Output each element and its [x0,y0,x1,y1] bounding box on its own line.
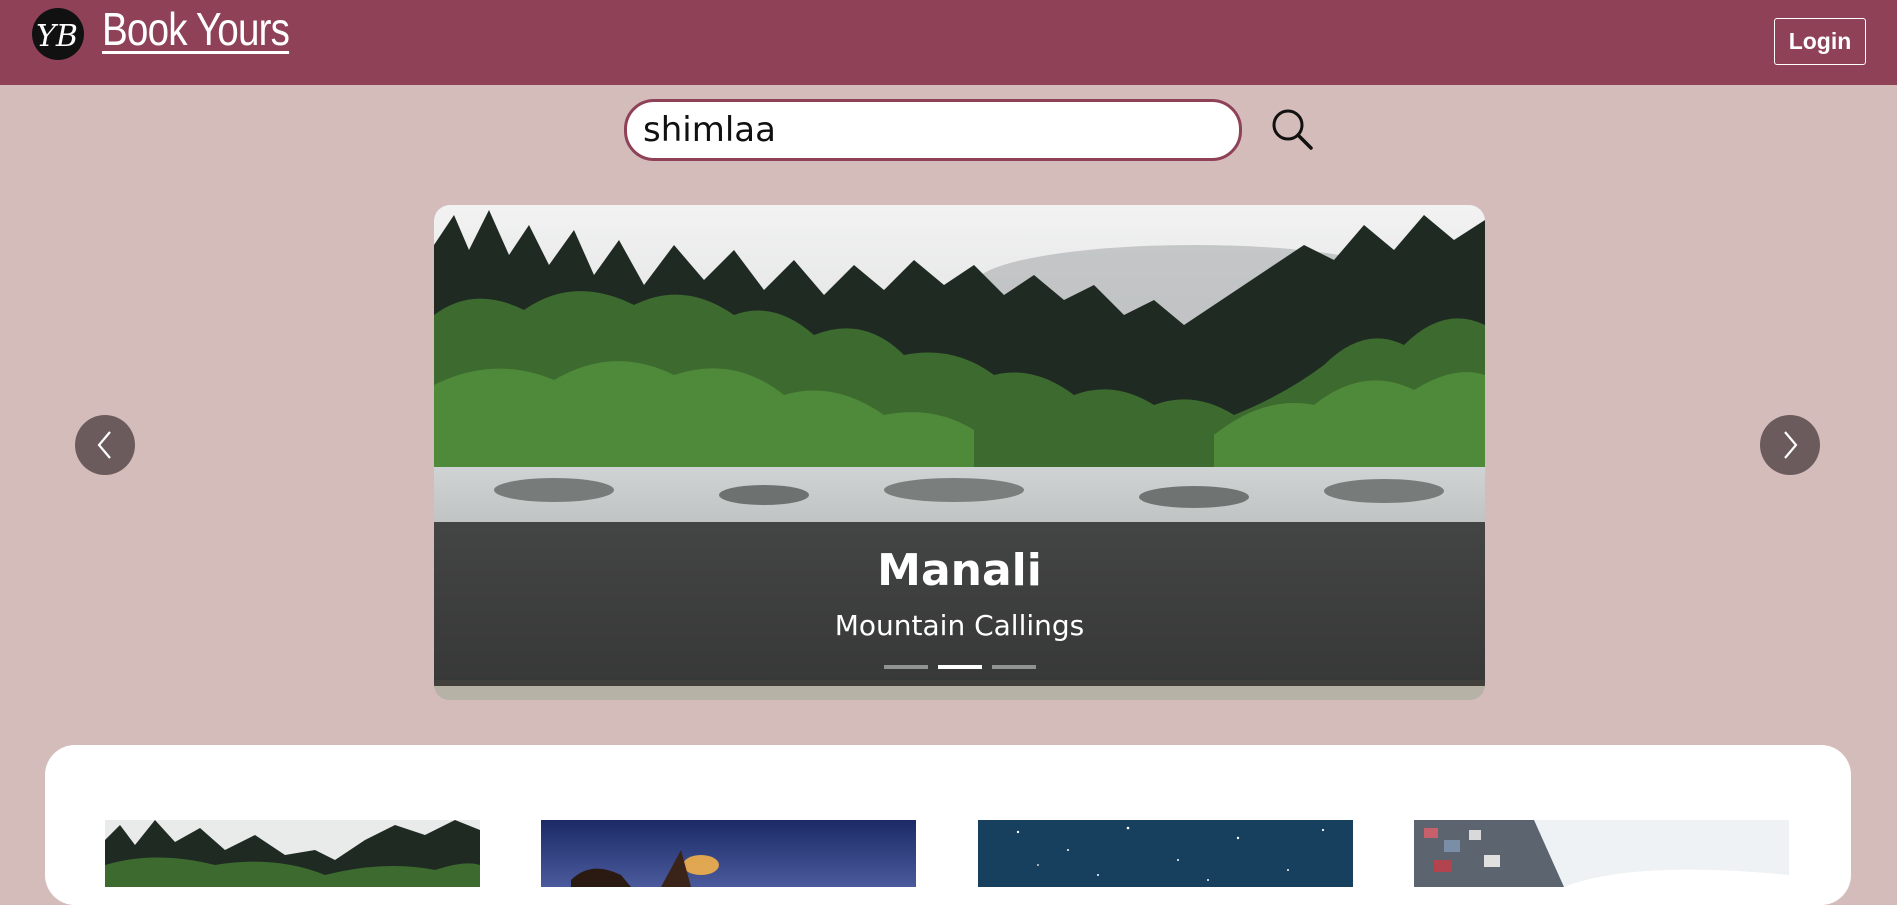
carousel-prev-button[interactable] [75,415,135,475]
carousel-indicator-3[interactable] [991,665,1036,669]
logo-text: YB [36,19,78,54]
snowy-town-image [1414,820,1789,887]
starry-sky-image [978,820,1353,887]
slide-title: Manali [877,545,1042,596]
carousel: Manali Mountain Callings [434,205,1485,700]
destination-card-2[interactable] [541,820,916,887]
carousel-indicators [434,665,1485,669]
brand-link[interactable]: Book Yours [102,2,290,56]
login-button[interactable]: Login [1774,18,1866,65]
destination-card-3[interactable] [978,820,1353,887]
night-festival-image [541,820,916,887]
carousel-indicator-2[interactable] [937,665,982,669]
carousel-indicator-1[interactable] [883,665,928,669]
search-input[interactable] [624,99,1242,161]
chevron-left-icon [97,431,111,459]
carousel-next-button[interactable] [1760,415,1820,475]
search-icon[interactable] [1270,107,1314,151]
slide-subtitle: Mountain Callings [834,609,1085,642]
brand-logo[interactable]: YB [30,7,86,61]
destination-card-4[interactable] [1414,820,1789,887]
top-navbar: YB Book Yours Login [0,0,1897,85]
forest-river-image [105,820,480,887]
chevron-right-icon [1784,431,1798,459]
destination-card-1[interactable] [105,820,480,887]
